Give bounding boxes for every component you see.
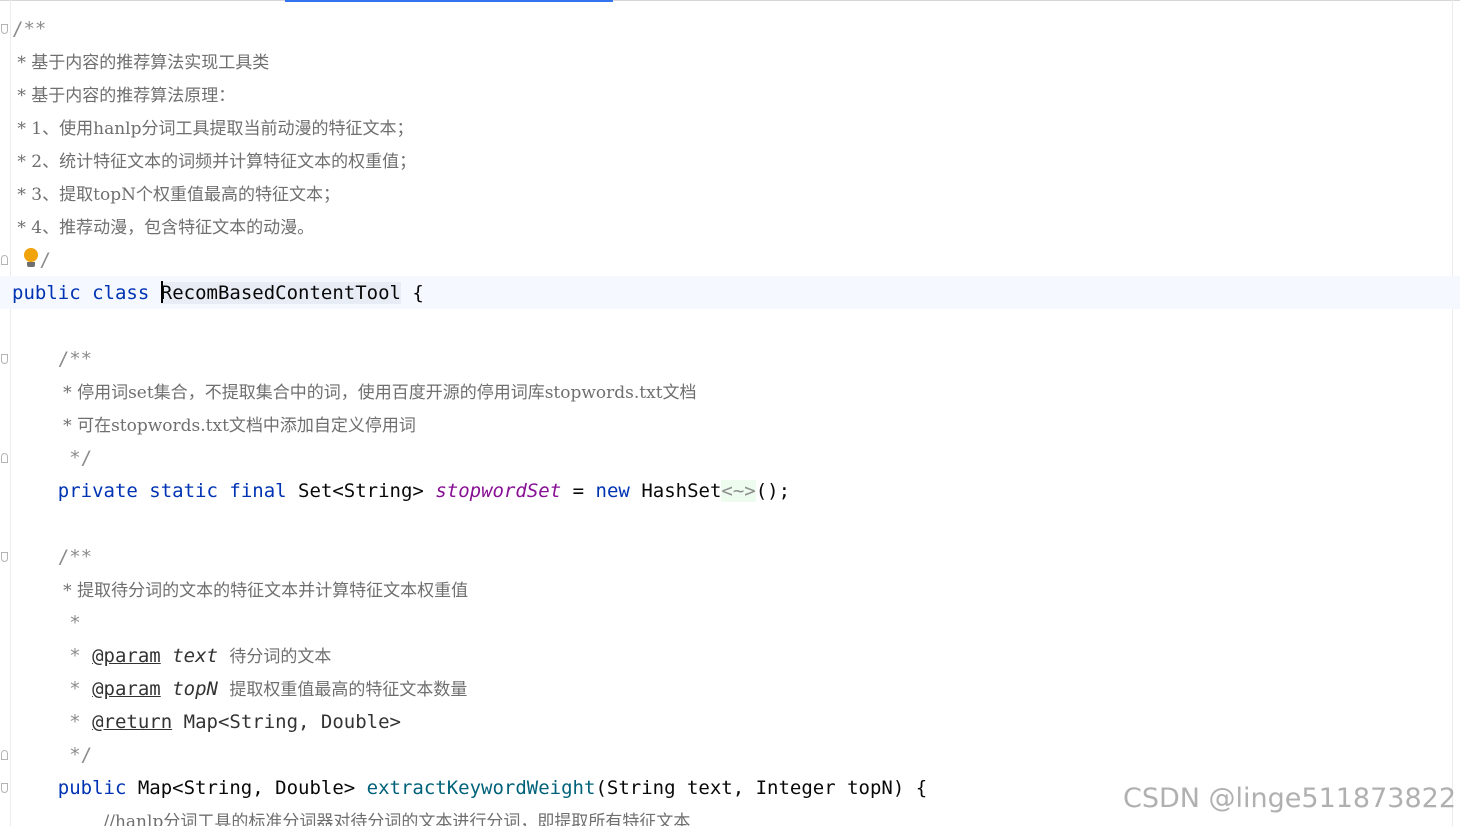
code-line[interactable]: * 提取待分词的文本的特征文本并计算特征文本权重值 <box>12 574 927 607</box>
keyword-static: static <box>149 480 218 502</box>
assign-operator: = <box>572 480 585 502</box>
field-tail: (); <box>755 480 791 502</box>
class-name[interactable]: RecomBasedContentTool <box>160 282 401 304</box>
diamond-fold[interactable]: <~> <box>721 480 756 502</box>
doc-comment-star: * <box>57 645 93 667</box>
doc-comment-star: * <box>57 678 93 700</box>
watermark: CSDN @linge511873822 <box>1122 783 1456 814</box>
code-line[interactable]: * 4、推荐动漫，包含特征文本的动漫。 <box>12 211 927 244</box>
code-line[interactable]: * 3、提取topN个权重值最高的特征文本； <box>12 178 927 211</box>
doc-comment-open: /** <box>57 546 93 568</box>
class-declaration[interactable]: public class RecomBasedContentTool { <box>12 277 927 310</box>
keyword-new: new <box>595 480 630 502</box>
doc-comment-blank: * <box>57 612 81 634</box>
code-line[interactable]: //hanlp分词工具的标准分词器对待分词的文本进行分词，即提取所有特征文本 <box>12 805 927 826</box>
constructor-name[interactable]: HashSet <box>641 480 721 502</box>
bulb-base <box>27 261 36 267</box>
javadoc-param-name[interactable]: text <box>172 645 218 667</box>
method-declaration[interactable]: public Map<String, Double> extractKeywor… <box>12 772 927 805</box>
code-line-empty[interactable] <box>12 310 927 343</box>
fold-open-icon[interactable] <box>1 354 8 364</box>
doc-comment-line: * 停用词set集合，不提取集合中的词，使用百度开源的停用词库stopwords… <box>57 383 697 403</box>
bulb-glass <box>24 247 39 262</box>
code-line[interactable]: * @param text 待分词的文本 <box>12 640 927 673</box>
doc-comment-star: * <box>57 711 93 733</box>
code-line[interactable]: * 基于内容的推荐算法原理： <box>12 79 927 112</box>
javadoc-return-tag[interactable]: @return <box>92 711 172 733</box>
doc-comment-line: * 可在stopwords.txt文档中添加自定义停用词 <box>57 416 416 436</box>
field-type[interactable]: Set<String> <box>298 480 424 502</box>
line-comment: //hanlp分词工具的标准分词器对待分词的文本进行分词，即提取所有特征文本 <box>103 812 691 826</box>
doc-comment-close: / <box>39 249 51 271</box>
javadoc-param-tag[interactable]: @param <box>92 678 161 700</box>
doc-comment-close: */ <box>57 447 93 469</box>
field-name[interactable]: stopwordSet <box>435 480 561 502</box>
code-line[interactable]: * <box>12 607 927 640</box>
code-line[interactable]: * 1、使用hanlp分词工具提取当前动漫的特征文本； <box>12 112 927 145</box>
fold-close-icon[interactable] <box>1 255 8 265</box>
code-line[interactable]: * 基于内容的推荐算法实现工具类 <box>12 46 927 79</box>
code-line[interactable]: * 停用词set集合，不提取集合中的词，使用百度开源的停用词库stopwords… <box>12 376 927 409</box>
doc-comment-line: * 2、统计特征文本的词频并计算特征文本的权重值； <box>12 152 417 172</box>
method-params[interactable]: (String text, Integer topN) { <box>595 777 927 799</box>
code-line[interactable]: */ <box>12 739 927 772</box>
doc-comment-line: * 基于内容的推荐算法原理： <box>12 86 236 106</box>
code-line-empty[interactable] <box>12 508 927 541</box>
javadoc-param-name[interactable]: topN <box>172 678 218 700</box>
bulb-icon[interactable] <box>23 247 39 270</box>
code-line[interactable]: * @return Map<String, Double> <box>12 706 927 739</box>
editor-gutter[interactable] <box>0 0 11 826</box>
fold-open-icon[interactable] <box>1 783 8 793</box>
javadoc-param-desc: 提取权重值最高的特征文本数量 <box>229 680 468 700</box>
doc-comment-open: /** <box>57 348 93 370</box>
fold-open-icon[interactable] <box>1 24 8 34</box>
code-line[interactable]: * 可在stopwords.txt文档中添加自定义停用词 <box>12 409 927 442</box>
field-declaration[interactable]: private static final Set<String> stopwor… <box>12 475 927 508</box>
doc-comment-close: */ <box>57 744 93 766</box>
doc-comment-line: * 1、使用hanlp分词工具提取当前动漫的特征文本； <box>12 119 414 139</box>
text-caret <box>160 280 163 303</box>
fold-close-icon[interactable] <box>1 453 8 463</box>
code-line[interactable]: */ <box>12 442 927 475</box>
doc-comment-line: * 3、提取topN个权重值最高的特征文本； <box>12 185 340 205</box>
doc-comment-line: * 提取待分词的文本的特征文本并计算特征文本权重值 <box>57 581 469 601</box>
active-tab-indicator[interactable] <box>285 0 613 2</box>
method-name[interactable]: extractKeywordWeight <box>367 777 596 799</box>
javadoc-param-desc: 待分词的文本 <box>229 647 332 667</box>
code-line[interactable]: * @param topN 提取权重值最高的特征文本数量 <box>12 673 927 706</box>
code-line[interactable]: * 2、统计特征文本的词频并计算特征文本的权重值； <box>12 145 927 178</box>
keyword-class: class <box>92 282 150 304</box>
code-line[interactable]: / <box>12 244 927 277</box>
javadoc-return-desc: Map<String, Double> <box>183 711 401 733</box>
code-line[interactable]: /** <box>12 13 927 46</box>
keyword-public: public <box>57 777 127 799</box>
return-type[interactable]: Map<String, Double> <box>138 777 355 799</box>
code-line[interactable]: /** <box>12 541 927 574</box>
keyword-private: private <box>57 480 138 502</box>
keyword-public: public <box>12 282 81 304</box>
editor-top-border <box>0 0 1460 1</box>
doc-comment-line: * 基于内容的推荐算法实现工具类 <box>12 53 270 73</box>
right-margin-guide <box>1452 0 1453 826</box>
fold-close-icon[interactable] <box>1 750 8 760</box>
doc-comment-open: /** <box>12 18 47 40</box>
code-editor[interactable]: /** * 基于内容的推荐算法实现工具类 * 基于内容的推荐算法原理： * 1、… <box>12 13 927 826</box>
doc-comment-line: * 4、推荐动漫，包含特征文本的动漫。 <box>12 218 315 238</box>
open-brace: { <box>400 282 424 304</box>
fold-open-icon[interactable] <box>1 552 8 562</box>
javadoc-param-tag[interactable]: @param <box>92 645 161 667</box>
code-line[interactable]: /** <box>12 343 927 376</box>
keyword-final: final <box>229 480 287 502</box>
